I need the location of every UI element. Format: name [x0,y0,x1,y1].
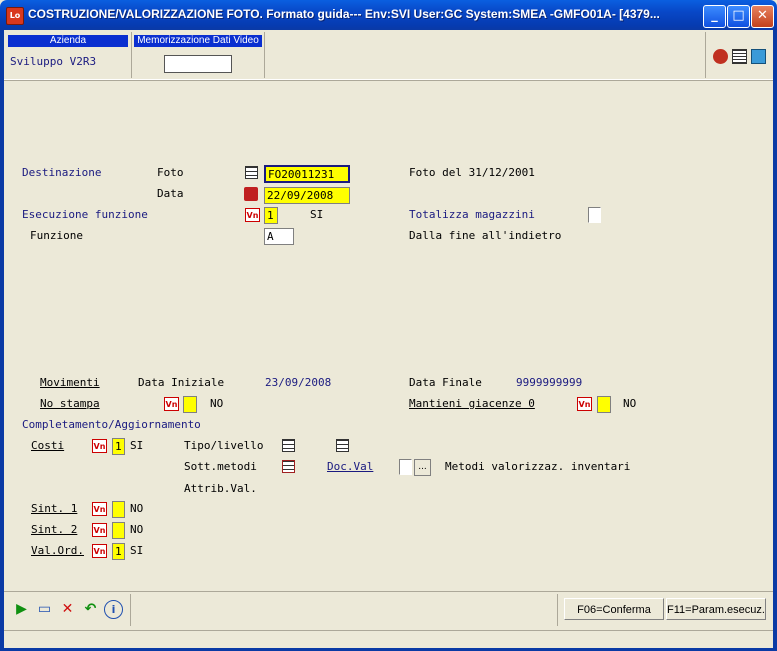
app-icon[interactable]: Lo [6,7,24,25]
data-field[interactable]: 22/09/2008 [264,187,350,204]
play-icon[interactable]: ▶ [12,600,31,619]
totalizza-label: Totalizza magazzini [409,208,535,221]
window-title: COSTRUZIONE/VALORIZZAZIONE FOTO. Formato… [28,7,660,21]
azienda-caption: Azienda [8,35,128,47]
data-iniziale-value: 23/09/2008 [265,376,332,389]
value-help-icon[interactable]: Vn [92,544,107,558]
calendar-icon[interactable] [244,187,258,201]
value-help-icon[interactable]: Vn [92,439,107,453]
sint1-field[interactable] [112,501,125,518]
minimize-button[interactable]: _ [703,5,726,28]
no-stampa-label: No stampa [40,397,100,410]
header-divider [264,32,265,78]
esecuzione-field[interactable]: 1 [264,207,278,224]
valord-description: SI [130,544,144,557]
sint2-description: NO [130,523,144,536]
list-icon[interactable] [245,166,258,179]
browse-button[interactable]: ... [414,459,431,476]
destinazione-label: Destinazione [22,166,102,179]
list-icon[interactable] [282,439,295,452]
data-iniziale-label: Data Iniziale [138,376,225,389]
no-stampa-field[interactable] [183,396,197,413]
mantieni-field[interactable] [597,396,611,413]
sint2-label: Sint. 2 [31,523,78,536]
data-label: Data [157,187,184,200]
header-divider [131,32,132,78]
funzione-description: Dalla fine all'indietro [409,229,562,242]
movimenti-label: Movimenti [40,376,100,389]
foto-description: Foto del 31/12/2001 [409,166,535,179]
document-icon[interactable] [732,49,747,64]
mantieni-description: NO [623,397,637,410]
costi-label: Costi [31,439,65,452]
costi-description: SI [130,439,144,452]
sint2-field[interactable] [112,522,125,539]
eraser-icon[interactable]: ▭ [35,600,54,619]
status-bar [4,630,773,648]
sint1-description: NO [130,502,144,515]
sott-metodi-label: Sott.metodi [184,460,257,473]
value-help-icon[interactable]: Vn [164,397,179,411]
esecuzione-description: SI [310,208,324,221]
cancel-icon[interactable]: ✕ [58,600,77,619]
totalizza-checkbox[interactable] [588,207,601,223]
completamento-label: Completamento/Aggiornamento [22,418,201,431]
display-icon[interactable] [713,49,728,64]
metodi-description: Metodi valorizzaz. inventari [445,460,631,473]
book-icon[interactable] [751,49,766,64]
foto-field[interactable]: FO20011231 [264,165,350,183]
value-help-icon[interactable]: Vn [92,502,107,516]
back-arrow-icon[interactable]: ↶ [81,600,100,619]
value-help-icon[interactable]: Vn [577,397,592,411]
toolbar-divider [557,594,558,626]
foto-label: Foto [157,166,184,179]
maximize-button[interactable]: □ [727,5,750,28]
tipo-livello-label: Tipo/livello [184,439,264,452]
attrib-val-label: Attrib.Val. [184,482,257,495]
no-stampa-description: NO [210,397,224,410]
data-finale-value: 9999999999 [516,376,583,389]
window-border-right [773,30,777,651]
f06-confirm-button[interactable]: F06=Conferma [564,598,664,620]
azienda-value: Sviluppo V2R3 [10,55,97,68]
costi-field[interactable]: 1 [112,438,125,455]
value-help-icon[interactable]: Vn [245,208,260,222]
list-icon[interactable] [336,439,349,452]
info-icon[interactable]: i [104,600,123,619]
list-icon[interactable] [282,460,295,473]
valord-label: Val.Ord. [31,544,84,557]
funzione-label: Funzione [30,229,83,242]
valord-field[interactable]: 1 [112,543,125,560]
value-help-icon[interactable]: Vn [92,523,107,537]
close-button[interactable]: ✕ [751,5,774,28]
sint1-label: Sint. 1 [31,502,78,515]
doc-val-link[interactable]: Doc.Val [327,460,373,473]
data-finale-label: Data Finale [409,376,482,389]
header-divider [705,32,706,78]
funzione-field[interactable]: A [264,228,294,245]
f11-params-button[interactable]: F11=Param.esecuz. [666,598,766,620]
memo-caption: Memorizzazione Dati Video [134,35,262,47]
toolbar-divider [130,594,131,626]
esecuzione-label: Esecuzione funzione [22,208,148,221]
doc-val-field[interactable] [399,459,412,475]
memo-input[interactable] [164,55,232,73]
mantieni-label: Mantieni giacenze 0 [409,397,535,410]
